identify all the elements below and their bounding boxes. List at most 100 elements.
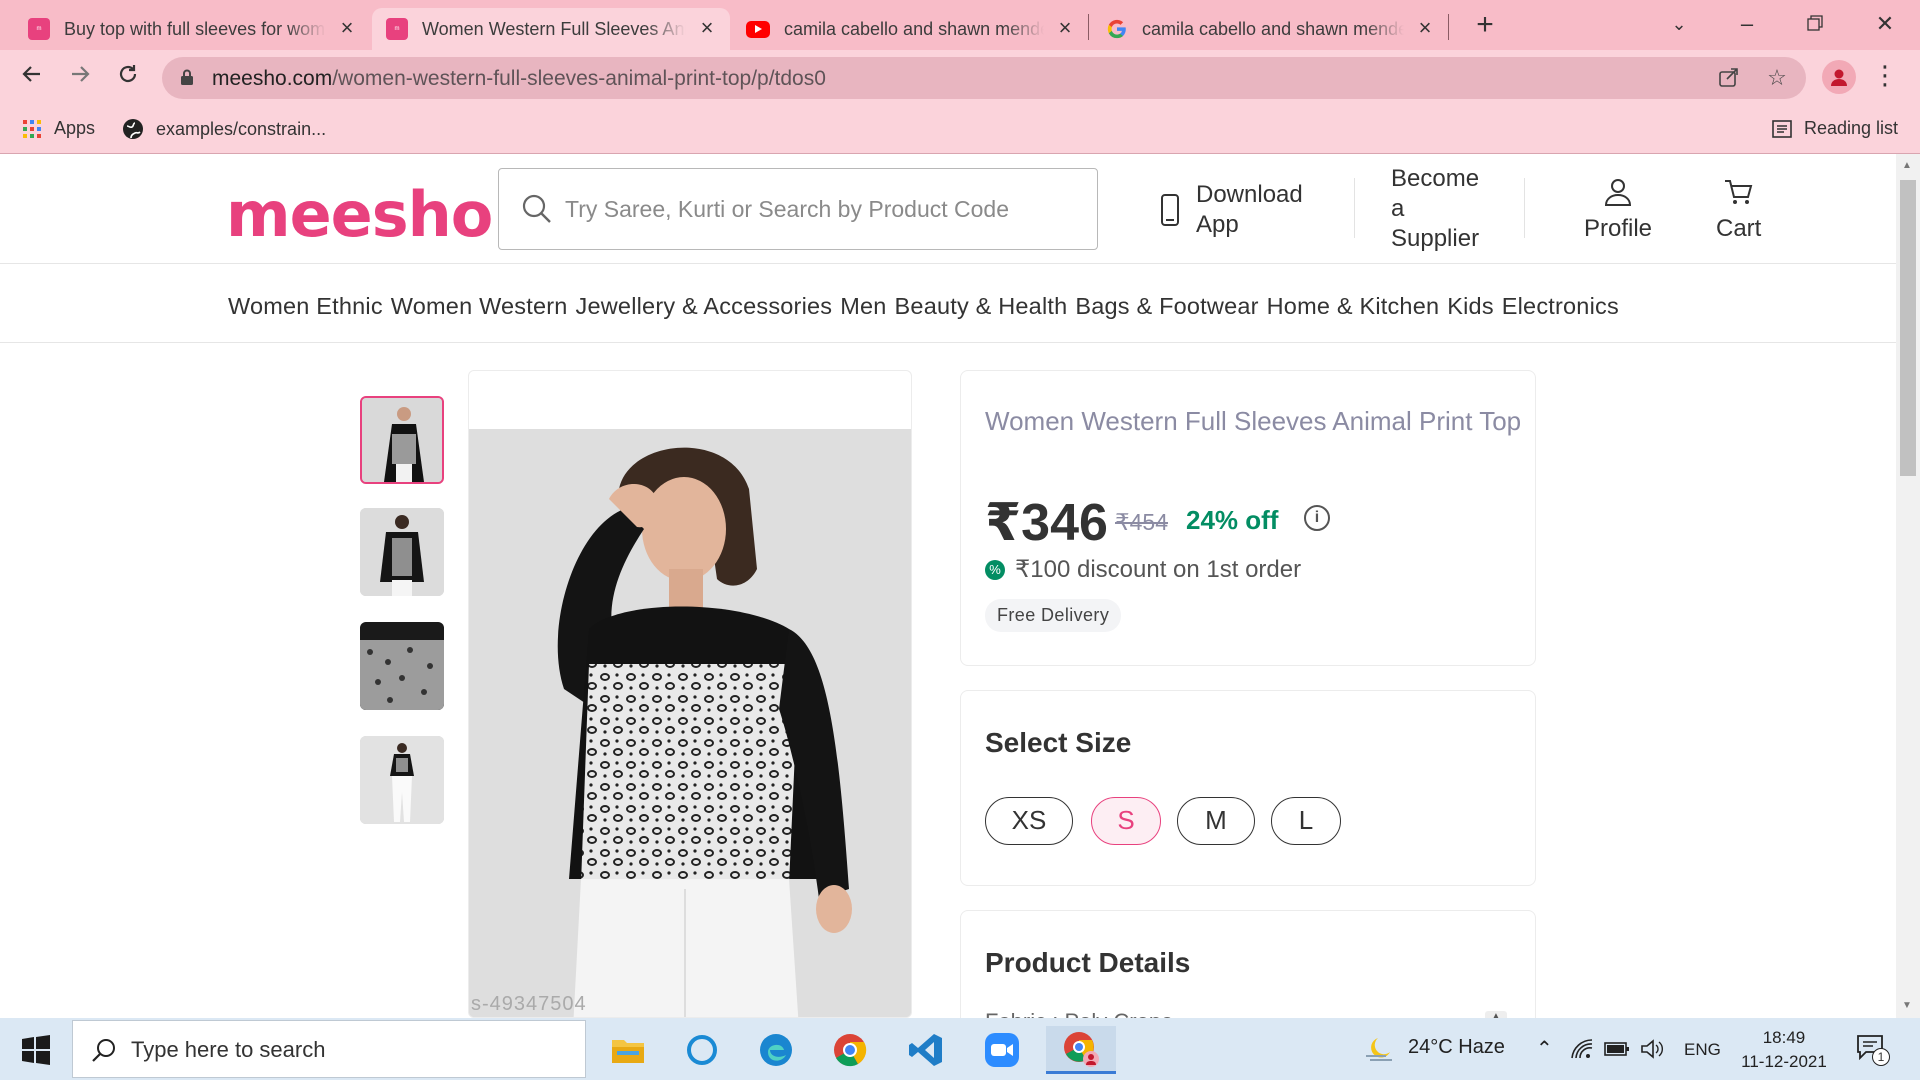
scroll-up-arrow-icon[interactable]: ▲ bbox=[1902, 160, 1912, 171]
search-input[interactable] bbox=[565, 189, 1085, 229]
browser-tab[interactable]: camila cabello and shawn mende × bbox=[732, 8, 1088, 50]
weather-text[interactable]: 24°C Haze bbox=[1408, 1036, 1505, 1059]
size-option-s[interactable]: S bbox=[1091, 797, 1161, 845]
size-option-xs[interactable]: XS bbox=[985, 797, 1073, 845]
category-nav-item[interactable]: Home & Kitchen bbox=[1267, 293, 1440, 320]
bookmark-star-icon[interactable]: ☆ bbox=[1764, 66, 1790, 92]
forward-button[interactable] bbox=[62, 60, 98, 96]
category-nav-item[interactable]: Beauty & Health bbox=[895, 293, 1068, 320]
category-nav-item[interactable]: Women Ethnic bbox=[228, 293, 383, 320]
url-host: meesho.com bbox=[212, 67, 333, 90]
category-nav-item[interactable]: Kids bbox=[1447, 293, 1494, 320]
close-window-button[interactable]: ✕ bbox=[1860, 4, 1910, 44]
size-selector-card: Select Size XS S M L bbox=[960, 690, 1536, 886]
language-indicator[interactable]: ENG bbox=[1684, 1040, 1721, 1060]
first-order-offer: % ₹100 discount on 1st order bbox=[985, 555, 1301, 584]
cart-link[interactable]: Cart bbox=[1716, 178, 1761, 244]
bookmark-apps[interactable]: Apps bbox=[22, 118, 95, 139]
category-nav-item[interactable]: Jewellery & Accessories bbox=[576, 293, 833, 320]
product-thumbnail[interactable] bbox=[360, 396, 444, 484]
scroll-down-arrow-icon[interactable]: ▼ bbox=[1902, 1000, 1912, 1011]
product-thumbnail[interactable] bbox=[360, 508, 444, 596]
profile-link[interactable]: Profile bbox=[1584, 178, 1652, 244]
volume-icon[interactable] bbox=[1640, 1038, 1664, 1060]
show-hidden-icons-chevron-icon[interactable]: ⌃ bbox=[1536, 1036, 1553, 1061]
reading-list-button[interactable]: Reading list bbox=[1772, 118, 1898, 139]
close-tab-icon[interactable]: × bbox=[336, 17, 358, 40]
battery-icon[interactable] bbox=[1604, 1040, 1630, 1058]
chrome-icon[interactable] bbox=[820, 1026, 880, 1074]
vscode-icon[interactable] bbox=[896, 1026, 956, 1074]
browser-tab[interactable]: camila cabello and shawn mende × bbox=[1092, 8, 1448, 50]
weather-haze-icon[interactable] bbox=[1362, 1032, 1396, 1066]
category-nav-item[interactable]: Men bbox=[840, 293, 886, 320]
clock[interactable]: 18:49 11-12-2021 bbox=[1736, 1026, 1832, 1074]
back-arrow-icon bbox=[22, 66, 40, 82]
search-icon bbox=[522, 194, 551, 223]
zoom-icon[interactable] bbox=[972, 1026, 1032, 1074]
browser-tab[interactable]: m Buy top with full sleeves for wom × bbox=[14, 8, 370, 50]
download-app-link[interactable]: Download App bbox=[1160, 180, 1303, 240]
profile-avatar-icon[interactable] bbox=[1822, 60, 1856, 94]
notification-center-icon[interactable]: 1 bbox=[1856, 1034, 1890, 1066]
taskbar-search-placeholder: Type here to search bbox=[131, 1037, 326, 1062]
meesho-logo[interactable]: meesho bbox=[226, 178, 493, 251]
tab-title: Buy top with full sleeves for wom bbox=[64, 18, 326, 39]
wifi-icon[interactable] bbox=[1570, 1038, 1594, 1060]
profile-label: Profile bbox=[1584, 215, 1653, 242]
close-tab-icon[interactable]: × bbox=[1054, 17, 1076, 40]
price-info-icon[interactable]: i bbox=[1304, 505, 1330, 531]
mobile-phone-icon bbox=[1161, 194, 1179, 226]
details-scroll-up-icon[interactable]: ▲ bbox=[1485, 1011, 1507, 1018]
tab-separator bbox=[1448, 14, 1449, 40]
product-details-heading: Product Details bbox=[985, 947, 1191, 978]
free-delivery-badge: Free Delivery bbox=[985, 599, 1122, 632]
close-tab-icon[interactable]: × bbox=[696, 17, 718, 40]
browser-toolbar: meesho.com/women-western-full-sleeves-an… bbox=[0, 50, 1920, 106]
forward-arrow-icon bbox=[72, 66, 90, 82]
category-nav-item[interactable]: Women Western bbox=[391, 293, 568, 320]
windows-taskbar: Type here to search 24°C Haze ⌃ ENG 18:4… bbox=[0, 1018, 1920, 1080]
category-nav-item[interactable]: Bags & Footwear bbox=[1075, 293, 1258, 320]
edge-icon[interactable] bbox=[746, 1026, 806, 1074]
product-thumbnail[interactable] bbox=[360, 736, 444, 824]
restore-button[interactable] bbox=[1790, 4, 1840, 44]
url-text[interactable]: meesho.com/women-western-full-sleeves-an… bbox=[212, 67, 826, 91]
search-box[interactable] bbox=[498, 168, 1098, 250]
product-price: ₹346 bbox=[985, 494, 1108, 552]
share-icon[interactable] bbox=[1716, 66, 1742, 92]
close-tab-icon[interactable]: × bbox=[1414, 17, 1436, 40]
product-thumbnail[interactable] bbox=[360, 622, 444, 710]
become-supplier-link[interactable]: Become a Supplier bbox=[1391, 164, 1479, 254]
taskbar-search[interactable]: Type here to search bbox=[72, 1020, 586, 1078]
product-thumbnail-image bbox=[362, 398, 442, 482]
select-size-heading: Select Size bbox=[985, 727, 1132, 758]
address-bar[interactable]: meesho.com/women-western-full-sleeves-an… bbox=[162, 57, 1806, 99]
browser-tab-active[interactable]: m Women Western Full Sleeves Ani × bbox=[372, 8, 730, 50]
page-scrollbar[interactable]: ▲ ▼ bbox=[1896, 154, 1920, 1018]
cortana-icon[interactable] bbox=[672, 1026, 732, 1074]
size-option-m[interactable]: M bbox=[1177, 797, 1255, 845]
back-button[interactable] bbox=[14, 60, 50, 96]
product-detail-line: Fabric : Poly Crepe bbox=[985, 1009, 1173, 1018]
chrome-profile-icon[interactable] bbox=[1046, 1026, 1116, 1074]
scrollbar-thumb[interactable] bbox=[1900, 180, 1916, 476]
minimize-button[interactable]: – bbox=[1722, 4, 1772, 44]
first-order-offer-text: ₹100 discount on 1st order bbox=[1015, 556, 1302, 583]
new-tab-button[interactable]: + bbox=[1468, 10, 1502, 44]
supplier-line2: a bbox=[1391, 195, 1405, 222]
reading-list-icon bbox=[1772, 119, 1792, 138]
product-main-image[interactable]: s-49347504 bbox=[468, 370, 912, 1018]
notification-count-badge: 1 bbox=[1872, 1048, 1890, 1066]
bookmark-examples[interactable]: examples/constrain... bbox=[122, 118, 326, 140]
bookmarks-bar: Apps examples/constrain... Reading list bbox=[0, 106, 1920, 154]
windows-start-icon[interactable] bbox=[20, 1034, 52, 1066]
search-icon bbox=[92, 1039, 115, 1062]
category-nav-item[interactable]: Electronics bbox=[1502, 293, 1619, 320]
browser-menu-icon[interactable]: ⋮ bbox=[1870, 62, 1900, 92]
tab-search-chevron-icon[interactable]: ⌄ bbox=[1654, 4, 1704, 44]
file-explorer-icon[interactable] bbox=[598, 1026, 658, 1074]
reload-button[interactable] bbox=[110, 60, 146, 96]
size-option-l[interactable]: L bbox=[1271, 797, 1341, 845]
download-app-line1: Download bbox=[1196, 181, 1303, 208]
